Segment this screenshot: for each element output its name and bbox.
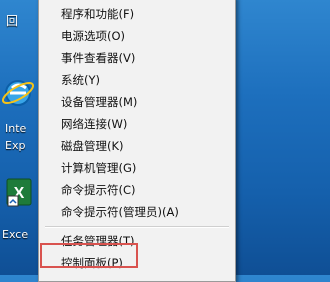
internet-explorer-icon bbox=[2, 80, 35, 106]
menu-item-disk-management[interactable]: 磁盘管理(K) bbox=[39, 135, 235, 157]
menu-item-computer-management[interactable]: 计算机管理(G) bbox=[39, 157, 235, 179]
menu-item-label: 网络连接(W) bbox=[61, 117, 128, 131]
menu-item-command-prompt[interactable]: 命令提示符(C) bbox=[39, 179, 235, 201]
menu-item-device-manager[interactable]: 设备管理器(M) bbox=[39, 91, 235, 113]
menu-item-power-options[interactable]: 电源选项(O) bbox=[39, 25, 235, 47]
winx-context-menu: 程序和功能(F) 电源选项(O) 事件查看器(V) 系统(Y) 设备管理器(M)… bbox=[38, 0, 236, 282]
menu-item-network-connections[interactable]: 网络连接(W) bbox=[39, 113, 235, 135]
menu-item-label: 命令提示符(管理员)(A) bbox=[61, 205, 179, 219]
menu-item-event-viewer[interactable]: 事件查看器(V) bbox=[39, 47, 235, 69]
recycle-bin-icon-area[interactable]: 回 bbox=[0, 0, 38, 40]
menu-item-label: 设备管理器(M) bbox=[61, 95, 138, 109]
desktop-background: 回 Inte Exp X Exce 程序和功能(F) 电源选项(O) 事件查看器… bbox=[0, 0, 330, 282]
menu-item-control-panel[interactable]: 控制面板(P) bbox=[39, 252, 235, 274]
menu-item-label: 命令提示符(C) bbox=[61, 183, 136, 197]
desktop-icon-label-excel: Exce bbox=[2, 228, 29, 241]
desktop-icon-label-recycle: 回 bbox=[6, 14, 19, 28]
desktop-icon-label-ie-line1: Inte bbox=[5, 122, 27, 135]
menu-item-label: 计算机管理(G) bbox=[61, 161, 137, 175]
menu-item-label: 电源选项(O) bbox=[61, 29, 126, 43]
menu-item-label: 任务管理器(T) bbox=[61, 234, 135, 248]
menu-item-command-prompt-admin[interactable]: 命令提示符(管理员)(A) bbox=[39, 201, 235, 223]
menu-item-system[interactable]: 系统(Y) bbox=[39, 69, 235, 91]
excel-icon: X bbox=[6, 178, 32, 207]
menu-item-task-manager[interactable]: 任务管理器(T) bbox=[39, 230, 235, 252]
menu-separator bbox=[45, 226, 229, 228]
menu-item-label: 磁盘管理(K) bbox=[61, 139, 124, 153]
menu-item-label: 程序和功能(F) bbox=[61, 7, 135, 21]
menu-item-label: 事件查看器(V) bbox=[61, 51, 136, 65]
desktop-icon-label-ie-line2: Exp bbox=[5, 139, 26, 152]
menu-item-label: 系统(Y) bbox=[61, 73, 100, 87]
menu-item-programs-features[interactable]: 程序和功能(F) bbox=[39, 3, 235, 25]
menu-item-label: 控制面板(P) bbox=[61, 256, 123, 270]
